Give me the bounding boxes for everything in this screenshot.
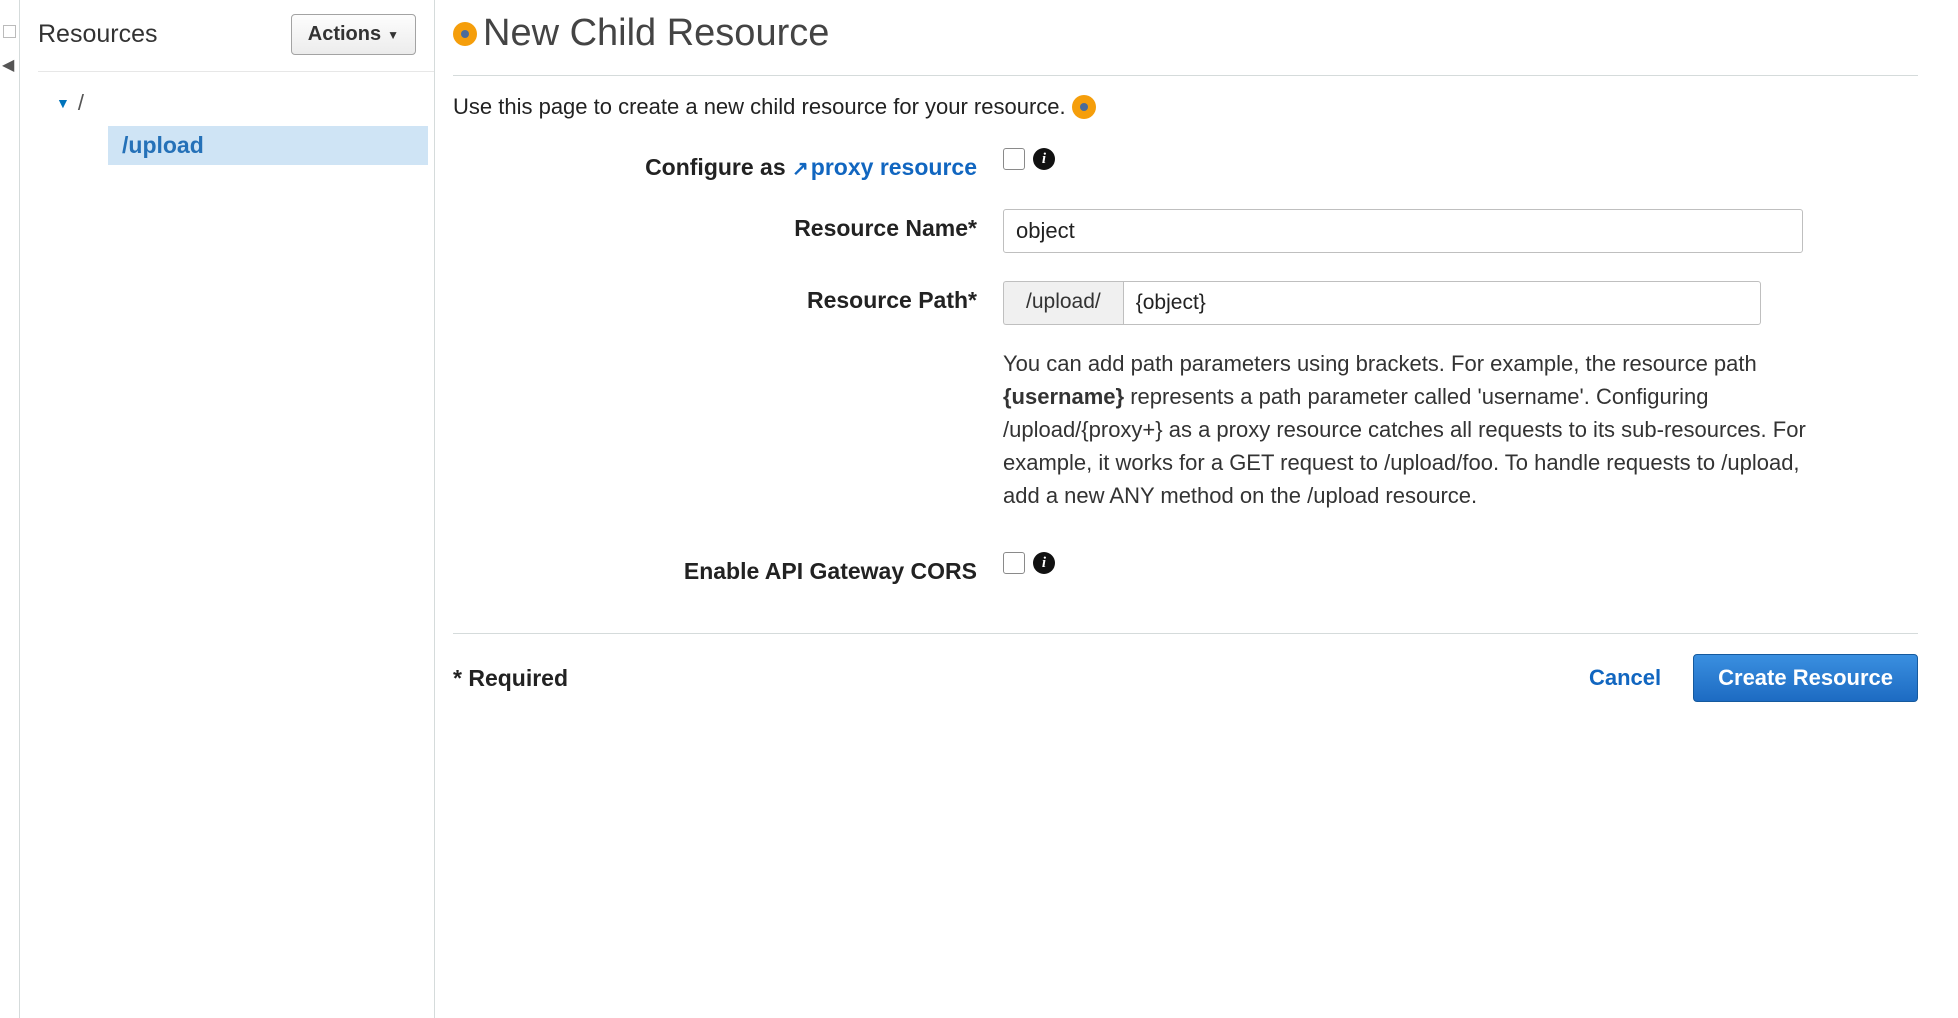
- form-footer: * Required Cancel Create Resource: [453, 633, 1918, 702]
- proxy-resource-link[interactable]: proxy resource: [811, 154, 977, 180]
- collapse-handle-icon[interactable]: ◀: [2, 55, 14, 75]
- cancel-button[interactable]: Cancel: [1589, 665, 1661, 691]
- collapse-rail: ◀: [0, 0, 20, 1018]
- resource-path-input[interactable]: [1123, 281, 1761, 325]
- create-resource-form: Configure as ↗proxy resource i Resource …: [453, 148, 1918, 585]
- resource-path-help: You can add path parameters using bracke…: [1003, 347, 1823, 512]
- help-post: represents a path parameter called 'user…: [1003, 384, 1806, 508]
- cors-label: Enable API Gateway CORS: [453, 552, 1003, 585]
- external-link-icon: ↗: [792, 156, 809, 181]
- main-panel: New Child Resource Use this page to crea…: [435, 0, 1958, 1018]
- resource-name-input[interactable]: [1003, 209, 1803, 253]
- actions-button-label: Actions: [308, 23, 381, 46]
- tree-root-label: /: [78, 90, 84, 116]
- page-title: New Child Resource: [483, 12, 829, 55]
- sidebar-title: Resources: [38, 20, 158, 49]
- help-bold: {username}: [1003, 384, 1124, 409]
- resource-path-prefix: /upload/: [1003, 281, 1123, 325]
- required-note: * Required: [453, 665, 568, 692]
- title-divider: [453, 75, 1918, 76]
- actions-button[interactable]: Actions ▼: [291, 14, 416, 55]
- tree-item-upload[interactable]: /upload: [108, 126, 428, 165]
- proxy-label: Configure as ↗proxy resource: [453, 148, 1003, 181]
- create-resource-button[interactable]: Create Resource: [1693, 654, 1918, 702]
- resource-name-label: Resource Name*: [453, 209, 1003, 242]
- info-icon[interactable]: i: [1033, 148, 1055, 170]
- rail-top-box: [3, 25, 16, 38]
- info-icon[interactable]: i: [1033, 552, 1055, 574]
- tree-root-row[interactable]: ▼ /: [38, 90, 434, 116]
- help-pre: You can add path parameters using bracke…: [1003, 351, 1757, 376]
- resource-path-label: Resource Path*: [453, 281, 1003, 314]
- cors-checkbox[interactable]: [1003, 552, 1025, 574]
- page-description: Use this page to create a new child reso…: [453, 94, 1066, 120]
- resource-tree: ▼ / /upload: [38, 72, 434, 165]
- annotation-marker-icon: [1072, 95, 1096, 119]
- proxy-checkbox[interactable]: [1003, 148, 1025, 170]
- annotation-marker-icon: [453, 22, 477, 46]
- tree-expand-icon[interactable]: ▼: [56, 95, 70, 111]
- proxy-label-prefix: Configure as: [645, 154, 792, 180]
- caret-down-icon: ▼: [387, 28, 399, 42]
- resources-sidebar: Resources Actions ▼ ▼ / /upload: [20, 0, 435, 1018]
